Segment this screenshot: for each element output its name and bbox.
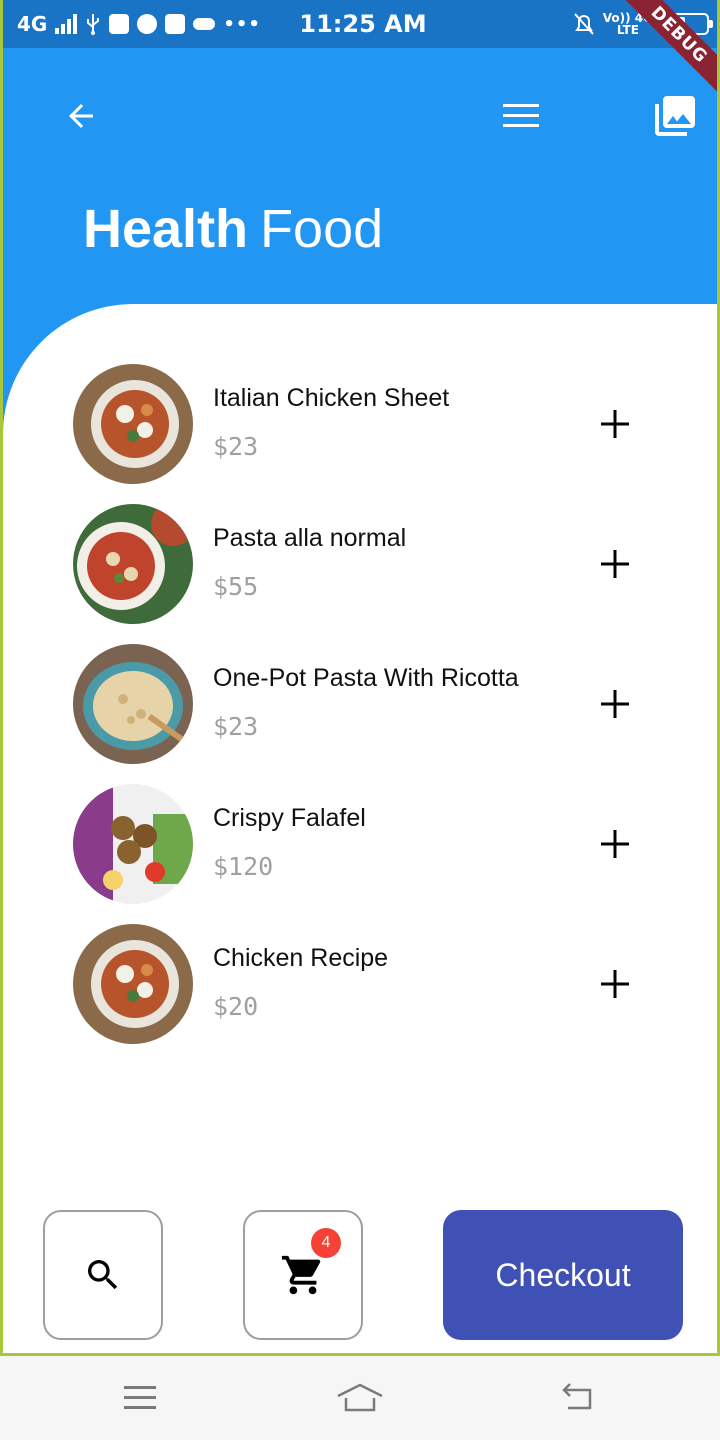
cart-count-badge: 4 [311,1228,341,1258]
menu-button[interactable] [493,88,549,144]
list-item: Italian Chicken Sheet $23 [3,364,717,484]
gallery-button[interactable] [647,88,703,144]
search-button[interactable] [43,1210,163,1340]
cart-button[interactable]: 4 [243,1210,363,1340]
system-nav-bar [0,1356,720,1440]
item-price: $23 [213,712,259,741]
add-button[interactable] [595,964,635,1004]
title-bold: Health [83,199,249,259]
arrow-left-icon [69,104,93,128]
italian-chicken-image [73,364,193,484]
list-item: Crispy Falafel $120 [3,784,717,904]
plus-icon [601,550,629,578]
add-button[interactable] [595,684,635,724]
nav-menu-button[interactable] [110,1378,170,1418]
checkout-button[interactable]: Checkout [443,1210,683,1340]
shopping-cart-icon [281,1255,321,1295]
list-item: One-Pot Pasta With Ricotta $23 [3,644,717,764]
search-icon [88,1260,118,1290]
plus-icon [601,970,629,998]
item-price: $120 [213,852,274,881]
falafel-image [73,784,193,904]
hamburger-menu-icon [503,104,539,127]
item-name: Pasta alla normal [213,524,407,552]
item-name: Italian Chicken Sheet [213,384,450,412]
add-button[interactable] [595,824,635,864]
list-item: Pasta alla normal $55 [3,504,717,624]
status-bar: 4G ••• 11:25 AM Vo)) 4G LTE [3,0,717,48]
item-price: $55 [213,572,259,601]
list-item: Chicken Recipe $20 [3,924,717,1044]
ricotta-pasta-image [73,644,193,764]
nav-home-button[interactable] [330,1378,390,1418]
item-name: One-Pot Pasta With Ricotta [213,664,519,692]
photo-library-icon [655,96,695,136]
add-button[interactable] [595,404,635,444]
menu-icon [124,1386,156,1409]
back-icon [562,1383,592,1410]
plus-icon [601,410,629,438]
pasta-image [73,504,193,624]
app-frame: 4G ••• 11:25 AM Vo)) 4G LTE DEBUG Health… [0,0,720,1356]
item-price: $23 [213,432,259,461]
item-name: Chicken Recipe [213,944,389,972]
page-title: Health Food [83,198,383,260]
nav-back-button[interactable] [548,1378,608,1418]
item-price: $20 [213,992,259,1021]
plus-icon [601,830,629,858]
back-button[interactable] [53,88,109,144]
bell-muted-icon [574,13,594,35]
chicken-recipe-image [73,924,193,1044]
lte-bottom: LTE [616,23,639,37]
add-button[interactable] [595,544,635,584]
title-light: Food [260,199,384,259]
item-name: Crispy Falafel [213,804,366,832]
home-icon [337,1383,383,1412]
plus-icon [601,690,629,718]
